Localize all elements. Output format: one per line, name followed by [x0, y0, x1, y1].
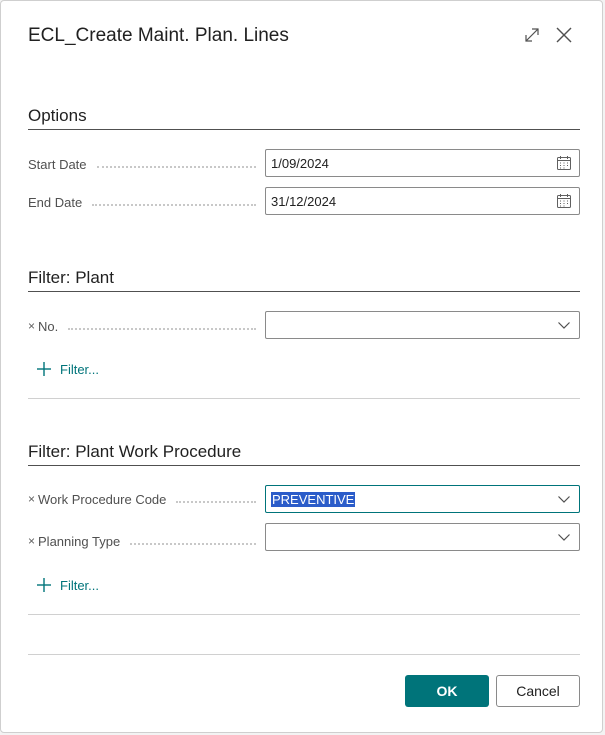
chevron-down-icon[interactable]	[555, 528, 573, 546]
remove-filter-icon[interactable]: ×	[28, 534, 35, 548]
remove-filter-icon[interactable]: ×	[28, 492, 35, 506]
calendar-icon[interactable]	[555, 154, 573, 172]
start-date-value: 1/09/2024	[271, 155, 329, 171]
section-separator	[28, 614, 580, 615]
end-date-label: End Date	[28, 192, 256, 212]
label-leader	[96, 165, 256, 168]
filter-plant-heading[interactable]: Filter: Plant	[28, 268, 114, 288]
filter-plant-divider	[28, 291, 580, 292]
plus-icon	[37, 362, 51, 376]
plus-icon	[37, 578, 51, 592]
filter-procedure-heading[interactable]: Filter: Plant Work Procedure	[28, 442, 241, 462]
label-leader	[176, 500, 256, 503]
label-leader	[130, 542, 256, 545]
plant-no-input[interactable]	[265, 311, 580, 339]
chevron-down-icon[interactable]	[555, 490, 573, 508]
plant-no-label-text: No.	[38, 318, 59, 334]
label-leader	[68, 327, 256, 330]
options-divider	[28, 129, 580, 130]
options-heading[interactable]: Options	[28, 106, 87, 126]
work-procedure-code-label: × Work Procedure Code	[28, 489, 256, 509]
chevron-down-icon[interactable]	[555, 316, 573, 334]
procedure-add-filter-text: Filter...	[60, 577, 100, 593]
dialog-title: ECL_Create Maint. Plan. Lines	[28, 25, 289, 46]
work-procedure-code-label-text: Work Procedure Code	[38, 491, 167, 507]
cancel-button[interactable]: Cancel	[496, 675, 580, 707]
start-date-label: Start Date	[28, 154, 256, 174]
dialog: ECL_Create Maint. Plan. Lines Options St…	[0, 0, 603, 733]
end-date-label-text: End Date	[28, 194, 83, 210]
end-date-value: 31/12/2024	[271, 193, 337, 209]
start-date-input[interactable]: 1/09/2024	[265, 149, 580, 177]
procedure-add-filter-link[interactable]: Filter...	[36, 577, 99, 593]
work-procedure-code-input[interactable]: PREVENTIVE	[265, 485, 580, 513]
planning-type-label-text: Planning Type	[38, 533, 121, 549]
label-leader	[92, 203, 256, 206]
plant-no-label: × No.	[28, 316, 256, 336]
end-date-input[interactable]: 31/12/2024	[265, 187, 580, 215]
work-procedure-code-value: PREVENTIVE	[271, 491, 356, 507]
planning-type-label: × Planning Type	[28, 531, 256, 551]
planning-type-input[interactable]	[265, 523, 580, 551]
section-separator	[28, 398, 580, 399]
calendar-icon[interactable]	[555, 192, 573, 210]
remove-filter-icon[interactable]: ×	[28, 319, 35, 333]
filter-procedure-divider	[28, 465, 580, 466]
plant-add-filter-text: Filter...	[60, 361, 100, 377]
expand-icon[interactable]	[520, 23, 544, 47]
close-icon[interactable]	[552, 23, 576, 47]
ok-button[interactable]: OK	[405, 675, 489, 707]
start-date-label-text: Start Date	[28, 156, 87, 172]
plant-add-filter-link[interactable]: Filter...	[36, 361, 99, 377]
footer-separator	[28, 654, 580, 655]
